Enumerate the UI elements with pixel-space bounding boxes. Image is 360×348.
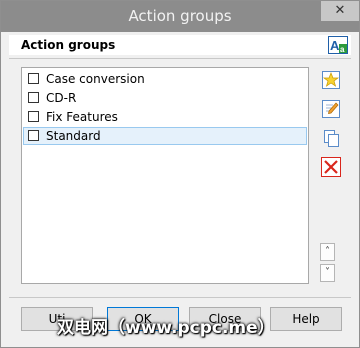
header-divider xyxy=(9,58,351,59)
item-label: Standard xyxy=(46,129,101,143)
dialog-window: Action groups ✕ Action groups A a Case c… xyxy=(0,0,360,348)
close-window-button[interactable]: ✕ xyxy=(321,1,359,21)
list-item[interactable]: Fix Features xyxy=(23,108,307,126)
item-checkbox[interactable] xyxy=(28,130,39,141)
copy-icon[interactable] xyxy=(320,127,342,149)
item-checkbox[interactable] xyxy=(28,92,39,103)
text-format-icon: A a xyxy=(328,36,348,54)
footer-divider xyxy=(9,297,351,298)
action-groups-list[interactable]: Case conversion CD-R Fix Features Standa… xyxy=(21,67,309,284)
edit-pencil-icon[interactable] xyxy=(320,98,342,120)
svg-text:A: A xyxy=(330,38,340,53)
delete-x-icon[interactable] xyxy=(320,156,342,178)
window-title: Action groups xyxy=(128,7,232,25)
new-star-icon[interactable] xyxy=(320,69,342,91)
item-checkbox[interactable] xyxy=(28,111,39,122)
watermark-text: 双电网（www.pcpc.me） xyxy=(57,318,275,338)
header-band: Action groups A a xyxy=(9,35,351,55)
item-label: Case conversion xyxy=(46,72,145,86)
item-label: CD-R xyxy=(46,91,77,105)
svg-text:a: a xyxy=(340,45,345,54)
list-item-selected[interactable]: Standard xyxy=(23,127,307,145)
list-item[interactable]: CD-R xyxy=(23,89,307,107)
move-up-button[interactable]: ˄ xyxy=(320,243,335,261)
title-bar[interactable]: Action groups ✕ xyxy=(1,1,359,32)
move-down-button[interactable]: ˅ xyxy=(320,264,335,282)
item-checkbox[interactable] xyxy=(28,73,39,84)
help-button[interactable]: Help xyxy=(270,307,342,331)
section-title: Action groups xyxy=(21,38,116,52)
list-item[interactable]: Case conversion xyxy=(23,70,307,88)
item-label: Fix Features xyxy=(46,110,118,124)
